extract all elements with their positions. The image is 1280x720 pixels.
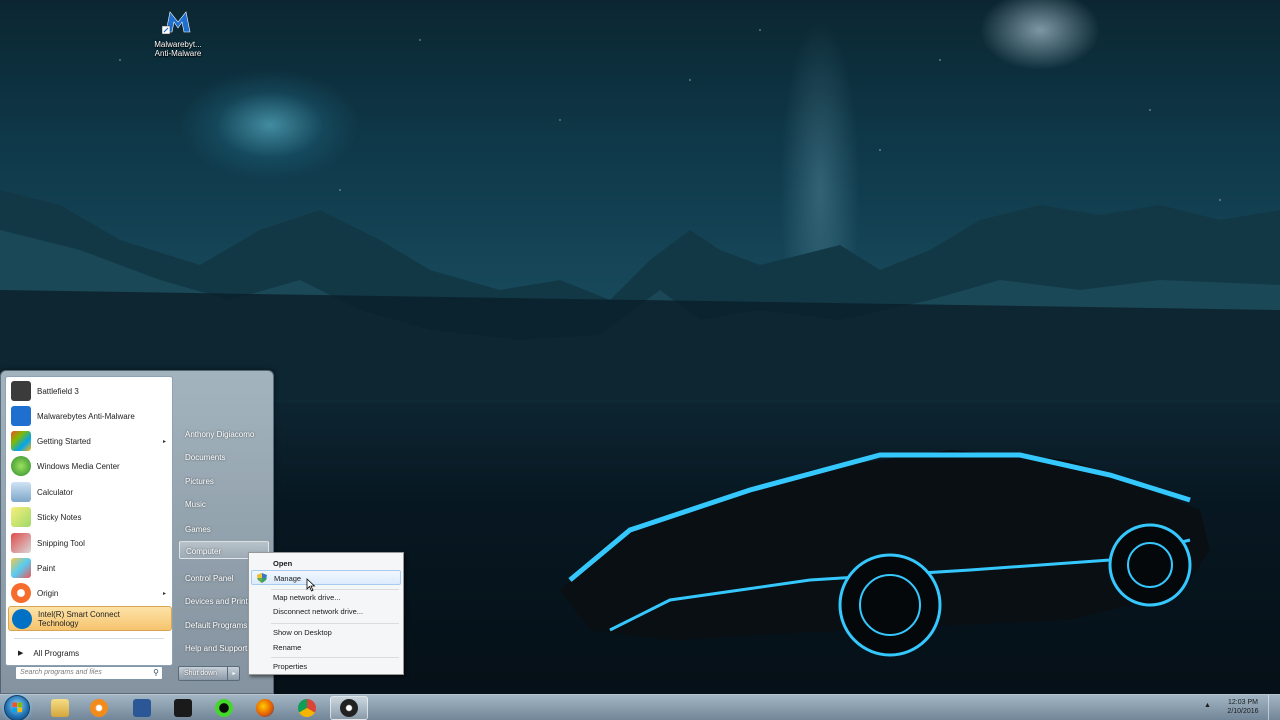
taskbar-word[interactable] (123, 696, 161, 720)
program-label: Paint (37, 563, 56, 573)
place-documents[interactable]: Documents (179, 448, 271, 466)
obs-icon (340, 699, 358, 717)
program-label: Getting Started (37, 436, 91, 446)
place-default-programs[interactable]: Default Programs (179, 616, 249, 634)
wallpaper-mountains (0, 190, 1280, 400)
battlefield-icon (11, 381, 31, 401)
all-programs-arrow-icon: ▶ (18, 650, 24, 657)
program-getting-started[interactable]: Getting Started ▸ (8, 429, 172, 453)
program-origin[interactable]: Origin ▸ (8, 581, 172, 605)
calculator-icon (11, 482, 31, 502)
snipping-tool-icon (11, 533, 31, 553)
word-icon (133, 699, 151, 717)
desktop-icon-label: Anti-Malware (154, 49, 202, 58)
all-programs-button[interactable]: ▶ All Programs (8, 643, 172, 663)
razer-icon (215, 699, 233, 717)
taskbar-file-explorer[interactable] (41, 696, 79, 720)
submenu-arrow-icon: ▸ (162, 590, 166, 597)
program-label: Origin (37, 588, 59, 598)
ctx-properties[interactable]: Properties (251, 659, 401, 674)
intel-icon (12, 608, 32, 629)
taskbar-razer[interactable] (205, 696, 243, 720)
all-programs-label: All Programs (33, 648, 80, 658)
malwarebytes-icon (161, 11, 191, 35)
sticky-notes-icon (11, 507, 31, 527)
place-pictures[interactable]: Pictures (179, 472, 271, 490)
system-clock[interactable]: 12:03 PM 2/10/2016 (1220, 698, 1266, 716)
uac-shield-icon (257, 573, 267, 583)
show-hidden-icons-button[interactable]: ▲ (1204, 702, 1211, 709)
program-battlefield-3[interactable]: Battlefield 3 (8, 379, 172, 403)
search-placeholder: Search programs and files (20, 669, 102, 676)
paint-icon (11, 558, 31, 578)
program-windows-media-center[interactable]: Windows Media Center (8, 454, 172, 478)
firefox-icon (256, 699, 274, 717)
program-label: Windows Media Center (37, 461, 120, 471)
start-menu: Battlefield 3 Malwarebytes Anti-Malware … (0, 370, 274, 694)
ctx-rename[interactable]: Rename (251, 640, 401, 655)
ctx-separator (271, 657, 399, 658)
program-calculator[interactable]: Calculator (8, 480, 172, 504)
ctx-show-on-desktop[interactable]: Show on Desktop (251, 625, 401, 640)
place-help-and-support[interactable]: Help and Support (179, 639, 249, 657)
program-malwarebytes[interactable]: Malwarebytes Anti-Malware (8, 404, 172, 428)
search-icon: ⚲ (153, 668, 159, 677)
desktop-icon-label: Malwarebyt... (154, 40, 202, 49)
program-label: Battlefield 3 (37, 386, 79, 396)
start-menu-programs-pane: Battlefield 3 Malwarebytes Anti-Malware … (5, 376, 173, 666)
start-search-input[interactable]: Search programs and files ⚲ (15, 666, 163, 680)
malwarebytes-icon (11, 406, 31, 426)
program-label-line1: Intel(R) Smart Connect (38, 609, 120, 619)
ctx-map-network-drive[interactable]: Map network drive... (251, 590, 401, 605)
program-label-line2: Technology (38, 618, 79, 628)
programs-separator (14, 638, 164, 639)
clock-date: 2/10/2016 (1227, 708, 1259, 715)
program-paint[interactable]: Paint (8, 556, 172, 580)
taskbar: ▲ 12:03 PM 2/10/2016 (0, 694, 1280, 720)
ctx-open[interactable]: Open (251, 556, 401, 571)
ctx-manage[interactable]: Manage (251, 570, 401, 585)
taskbar-media-player[interactable] (80, 696, 118, 720)
program-label: Snipping Tool (37, 538, 85, 548)
program-label: Intel(R) Smart Connect Technology (38, 610, 120, 628)
program-snipping-tool[interactable]: Snipping Tool (8, 531, 172, 555)
submenu-arrow-icon: ▸ (162, 438, 166, 445)
program-label: Malwarebytes Anti-Malware (37, 411, 135, 421)
origin-icon (11, 583, 31, 603)
desktop-icon-malwarebytes[interactable]: Malwarebyt... Anti-Malware (148, 8, 208, 58)
taskbar-firefox[interactable] (246, 696, 284, 720)
taskbar-chrome[interactable] (288, 696, 326, 720)
program-intel-smart-connect[interactable]: Intel(R) Smart Connect Technology (8, 606, 172, 631)
media-center-icon (11, 456, 31, 476)
ctx-disconnect-network-drive[interactable]: Disconnect network drive... (251, 604, 401, 619)
chrome-icon (298, 699, 316, 717)
place-games[interactable]: Games (179, 520, 271, 538)
ctx-manage-label: Manage (274, 574, 302, 583)
place-music[interactable]: Music (179, 495, 271, 513)
show-desktop-button[interactable] (1268, 695, 1280, 720)
media-player-icon (90, 699, 108, 717)
getting-started-icon (11, 431, 31, 451)
wallpaper-car (560, 450, 1210, 657)
windows-logo-icon (12, 702, 23, 713)
shutdown-options-arrow-icon[interactable]: ▸ (227, 666, 240, 681)
taskbar-obs[interactable] (330, 696, 368, 720)
game-app-icon (174, 699, 192, 717)
place-user-folder[interactable]: Anthony Digiacomo (179, 425, 271, 443)
start-button[interactable] (4, 695, 30, 720)
computer-context-menu: Open Manage Map network drive... Disconn… (248, 552, 404, 675)
program-label: Calculator (37, 487, 74, 497)
program-label: Sticky Notes (37, 512, 82, 522)
place-devices-and-printers[interactable]: Devices and Printers (179, 592, 249, 610)
file-explorer-icon (51, 699, 69, 717)
clock-time: 12:03 PM (1228, 699, 1258, 706)
ctx-separator (271, 623, 399, 624)
program-sticky-notes[interactable]: Sticky Notes (8, 505, 172, 529)
taskbar-game-app[interactable] (164, 696, 202, 720)
mouse-cursor-icon (306, 578, 316, 592)
